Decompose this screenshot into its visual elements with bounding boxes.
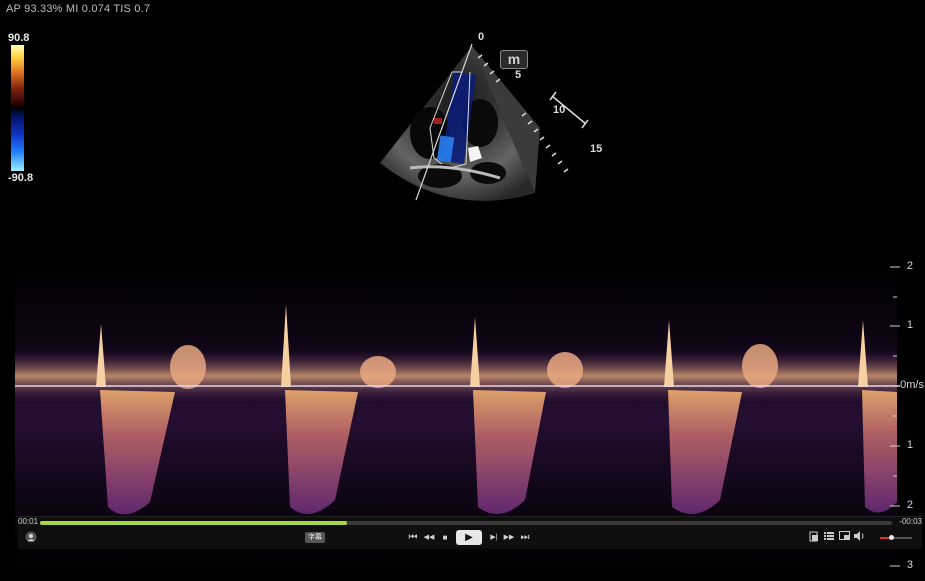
subtitle-button[interactable]: 字幕 [305, 532, 325, 543]
depth-label-15: 15 [590, 143, 603, 155]
volume-knob[interactable] [889, 535, 895, 540]
orientation-marker: m [500, 50, 528, 69]
progress-fill [40, 521, 347, 525]
skip-back-icon[interactable]: ⏮ [406, 531, 420, 545]
velocity-label-2: 2 [906, 260, 913, 272]
velocity-label-neg3: 3 [906, 559, 913, 571]
volume-slider[interactable] [880, 535, 912, 540]
velocity-label-neg1: 1 [906, 439, 913, 451]
rewind-icon[interactable]: ◀◀ [422, 531, 436, 545]
speaker-icon[interactable] [853, 531, 865, 545]
color-velocity-bar [11, 45, 24, 171]
depth-label-0: 0 [478, 31, 485, 43]
remaining-time: -00:03 [899, 517, 922, 526]
elapsed-time: 00:01 [18, 517, 39, 526]
pip-icon[interactable] [838, 531, 850, 545]
playlist-icon[interactable] [823, 531, 835, 545]
velocity-label-neg2: 2 [906, 499, 913, 511]
snapshot-icon[interactable] [808, 531, 820, 545]
acoustic-info: AP 93.33% MI 0.074 TIS 0.7 [6, 3, 151, 15]
skip-forward-icon[interactable]: ⏭ [518, 531, 532, 545]
user-icon[interactable] [24, 531, 38, 545]
play-button[interactable]: ▶ [456, 530, 482, 545]
fast-forward-icon[interactable]: ▶▶ [502, 531, 516, 545]
step-forward-icon[interactable]: ▶| [487, 531, 501, 545]
depth-label-5: 5 [515, 69, 522, 81]
velocity-label-1: 1 [906, 319, 913, 331]
echo-sector-view [370, 28, 620, 223]
color-scale-max: 90.8 [8, 32, 30, 44]
color-scale-min: -90.8 [8, 172, 34, 184]
velocity-label-0: 0m/s [900, 379, 924, 391]
stop-icon[interactable]: ■ [439, 531, 451, 545]
depth-label-10: 10 [553, 104, 566, 116]
progress-bar[interactable] [40, 521, 892, 525]
video-player-bar: 00:01 -00:03 字幕 ⏮ ◀◀ ■ ▶ ▶| ▶▶ ⏭ [18, 516, 922, 549]
